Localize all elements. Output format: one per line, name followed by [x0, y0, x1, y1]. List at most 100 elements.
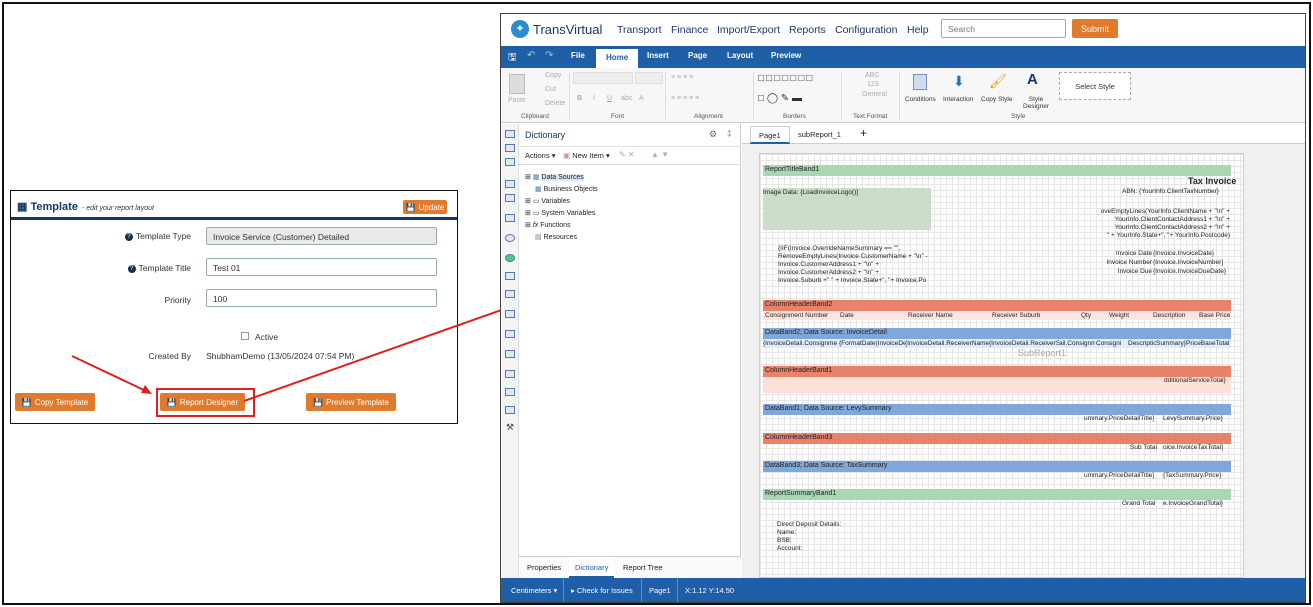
data-band-1[interactable]: DataBand1; Data Source: LevySummary — [763, 404, 1231, 415]
gear-icon[interactable]: ⚙ — [709, 129, 717, 140]
textbox-icon[interactable] — [505, 350, 515, 358]
tab-home[interactable]: Home — [596, 49, 639, 68]
interaction-icon[interactable]: ⬇ — [953, 73, 965, 90]
subreport-label[interactable]: SubReport1 — [1018, 348, 1066, 358]
report-summary-band[interactable]: ReportSummaryBand1 — [763, 489, 1231, 500]
font-color-icon[interactable]: A — [639, 95, 644, 102]
invoice-due-value[interactable]: {Invoice.InvoiceDueDate} — [1153, 268, 1226, 275]
tree-item-data-sources[interactable]: ⊞ ▦ Data Sources — [525, 172, 598, 184]
column-header-band-1[interactable]: ColumnHeaderBand1 — [763, 366, 1231, 377]
units-dropdown[interactable]: Centimeters ▾ — [511, 586, 557, 595]
align-top-icon[interactable]: ≡ ≡ ≡ ≡ — [671, 74, 693, 81]
underline-icon[interactable]: U — [607, 95, 612, 102]
italic-icon[interactable]: I — [593, 95, 595, 102]
tree-item-functions[interactable]: ⊞ fx Functions — [525, 220, 598, 232]
band-icon[interactable] — [505, 130, 515, 138]
tab-page[interactable]: Page — [688, 51, 707, 60]
customer-block[interactable]: {IIF(Invoice.OverrideNameSummary == "", R… — [778, 245, 938, 285]
paste-icon[interactable] — [509, 74, 525, 94]
tab-insert[interactable]: Insert — [647, 51, 669, 60]
tree-item-variables[interactable]: ⊞ ▭ Variables — [525, 196, 598, 208]
field-receiver-name[interactable]: {InvoiceDetail.ReceiverName} — [905, 340, 989, 347]
data-band-2[interactable]: DataBand2; Data Source: InvoiceDetail — [763, 328, 1231, 339]
font-family-select[interactable] — [573, 72, 633, 84]
field-receiver-suburb[interactable]: {InvoiceDetail.ReceiverSub — [989, 340, 1059, 347]
tax-price-field[interactable]: {TaxSummary.Price} — [1163, 472, 1221, 479]
invoice-date-label[interactable]: Invoice Date — [1112, 250, 1152, 257]
nav-import-export[interactable]: Import/Export — [717, 24, 780, 36]
abn-text[interactable]: ABN: {YourInfo.ClientTaxNumber} — [1122, 188, 1219, 195]
nav-configuration[interactable]: Configuration — [835, 24, 897, 36]
new-item-menu[interactable]: ▣ New Item ▾ — [563, 151, 610, 160]
grand-total-label[interactable]: Grand Total — [1122, 500, 1155, 507]
conditions-icon[interactable] — [913, 74, 927, 90]
tab-file[interactable]: File — [571, 51, 585, 60]
submit-button[interactable]: Submit — [1072, 19, 1118, 38]
subreport-icon[interactable] — [505, 370, 515, 378]
field-description[interactable]: Description — [1128, 340, 1156, 347]
tab-subreport[interactable]: subReport_1 — [798, 130, 841, 139]
col-receiver-name[interactable]: Receiver Name — [908, 312, 953, 319]
field-date[interactable]: {FormatDate(InvoiceDe — [839, 340, 905, 347]
redo-icon[interactable]: ↷ — [545, 50, 553, 61]
sub-total-value[interactable]: oice.InvoiceTaxTotal} — [1163, 444, 1223, 451]
invoice-date-value[interactable]: {Invoice.InvoiceDate} — [1153, 250, 1214, 257]
invoice-number-value[interactable]: {Invoice.InvoiceNumber} — [1153, 259, 1223, 266]
levy-price-field[interactable]: LevySummary.Price} — [1163, 415, 1223, 422]
bold-icon[interactable]: B — [577, 95, 582, 102]
field-consignment-3[interactable]: Consigni — [1096, 340, 1128, 347]
shape-icon[interactable] — [505, 194, 515, 202]
field-consignment[interactable]: {InvoiceDetail.Consignme — [763, 340, 839, 347]
actions-menu[interactable]: Actions ▾ — [525, 151, 555, 160]
move-icons[interactable]: ▲ ▼ — [651, 150, 669, 159]
check-issues-button[interactable]: ▸ Check for Issues — [571, 586, 633, 595]
tab-dictionary[interactable]: Dictionary — [569, 557, 615, 578]
tab-layout[interactable]: Layout — [727, 51, 753, 60]
tax-title-field[interactable]: ummary.PriceDetailTitle} — [1084, 472, 1154, 479]
data-band-3[interactable]: DataBand3; Data Source: TaxSummary — [763, 461, 1231, 472]
levy-title-field[interactable]: ummary.PriceDetailTitle} — [1084, 415, 1154, 422]
map-icon[interactable] — [505, 254, 515, 262]
copy-style-icon[interactable]: 🖌 — [989, 73, 1007, 90]
font-size-select[interactable] — [635, 72, 663, 84]
additional-service-total[interactable]: dditionalServiceTotal} — [1164, 377, 1226, 384]
gauge-icon[interactable] — [505, 234, 515, 242]
select-style-dropdown[interactable]: Select Style — [1059, 72, 1131, 100]
edit-icon[interactable]: ✎ ✕ — [619, 150, 635, 159]
delete-button[interactable]: Delete — [545, 100, 565, 107]
table-icon[interactable] — [505, 290, 515, 298]
col-description[interactable]: Description — [1153, 312, 1186, 319]
pin-icon[interactable]: ‡ — [727, 129, 731, 138]
col-qty[interactable]: Qty — [1081, 312, 1091, 319]
tree-item-business-objects[interactable]: ▦ Business Objects — [535, 184, 598, 196]
border-style-icons[interactable]: □□□□□□□ — [758, 73, 814, 84]
column-header-band-2[interactable]: ColumnHeaderBand2 — [763, 300, 1231, 311]
panel-icon[interactable] — [505, 330, 515, 338]
copy-button[interactable]: Copy — [545, 72, 561, 79]
address-block[interactable]: oveEmptyLines(YourInfo.ClientName + "\n"… — [1090, 208, 1230, 240]
invoice-due-label[interactable]: Invoice Due — [1102, 268, 1152, 275]
align-left-icon[interactable]: ≡ ≡ ≡ ≡ ≡ — [671, 95, 699, 102]
picture-icon[interactable] — [505, 406, 515, 414]
report-title-band[interactable]: ReportTitleBand1 — [763, 165, 1231, 176]
col-consignment-number[interactable]: Consignment Number — [765, 312, 828, 319]
invoice-number-label[interactable]: Invoice Number — [1092, 259, 1152, 266]
field-base-total[interactable]: PriceBaseTotal} — [1186, 340, 1230, 347]
border-all-icon[interactable]: □ ◯ ✎ ▬ — [758, 93, 802, 104]
band-icon[interactable] — [505, 144, 515, 152]
tab-preview[interactable]: Preview — [771, 51, 801, 60]
tax-invoice-text[interactable]: Tax Invoice — [1188, 176, 1236, 186]
tools-icon[interactable]: ⚒ — [506, 422, 514, 433]
direct-deposit-block[interactable]: Direct Deposit Details: Name: BSB: Account: — [777, 521, 841, 553]
tree-item-resources[interactable]: ▤ Resources — [535, 232, 598, 244]
nav-transport[interactable]: Transport — [617, 24, 662, 36]
col-date[interactable]: Date — [840, 312, 854, 319]
chart-icon[interactable] — [505, 214, 515, 222]
strikethrough-icon[interactable]: abc — [621, 95, 632, 102]
add-page-button[interactable]: + — [860, 126, 867, 140]
undo-icon[interactable]: ↶ — [527, 50, 535, 61]
nav-reports[interactable]: Reports — [789, 24, 826, 36]
col-receiver-suburb[interactable]: Receiver Suburb — [992, 312, 1040, 319]
col-weight[interactable]: Weight — [1109, 312, 1129, 319]
field-summary[interactable]: Summary} — [1156, 340, 1186, 347]
